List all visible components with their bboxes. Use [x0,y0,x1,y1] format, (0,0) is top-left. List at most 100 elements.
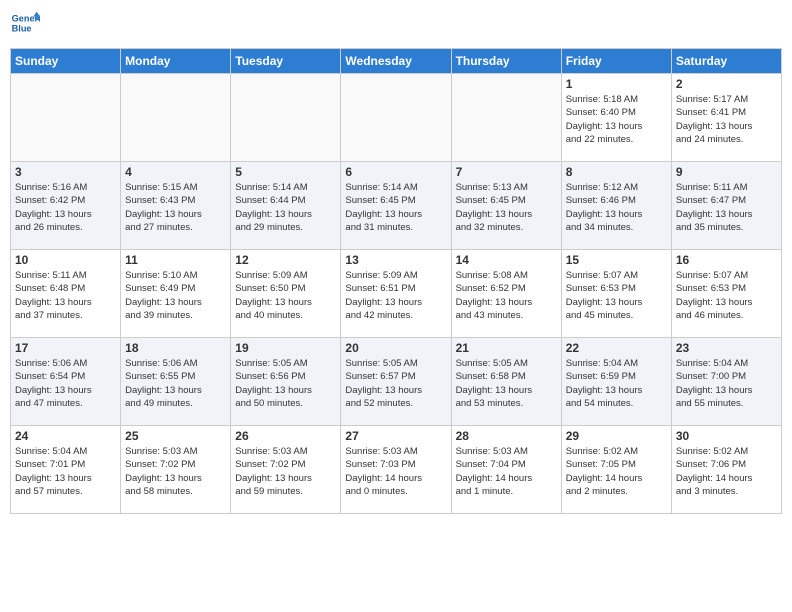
day-info: Sunrise: 5:03 AM Sunset: 7:04 PM Dayligh… [456,445,557,498]
day-info: Sunrise: 5:09 AM Sunset: 6:50 PM Dayligh… [235,269,336,322]
day-info: Sunrise: 5:13 AM Sunset: 6:45 PM Dayligh… [456,181,557,234]
day-number: 13 [345,253,446,267]
calendar-body: 1 Sunrise: 5:18 AM Sunset: 6:40 PM Daylig… [11,74,782,514]
day-number: 27 [345,429,446,443]
calendar-cell [341,74,451,162]
calendar-cell: 10 Sunrise: 5:11 AM Sunset: 6:48 PM Dayli… [11,250,121,338]
calendar-cell: 5 Sunrise: 5:14 AM Sunset: 6:44 PM Daylig… [231,162,341,250]
day-info: Sunrise: 5:12 AM Sunset: 6:46 PM Dayligh… [566,181,667,234]
calendar-cell: 25 Sunrise: 5:03 AM Sunset: 7:02 PM Dayli… [121,426,231,514]
day-info: Sunrise: 5:18 AM Sunset: 6:40 PM Dayligh… [566,93,667,146]
calendar-cell: 7 Sunrise: 5:13 AM Sunset: 6:45 PM Daylig… [451,162,561,250]
weekday-header-sunday: Sunday [11,49,121,74]
day-info: Sunrise: 5:04 AM Sunset: 7:00 PM Dayligh… [676,357,777,410]
calendar-cell: 17Sunrise: 5:06 AM Sunset: 6:54 PM Dayli… [11,338,121,426]
day-number: 23 [676,341,777,355]
day-info: Sunrise: 5:11 AM Sunset: 6:47 PM Dayligh… [676,181,777,234]
day-info: Sunrise: 5:05 AM Sunset: 6:56 PM Dayligh… [235,357,336,410]
calendar-cell: 13 Sunrise: 5:09 AM Sunset: 6:51 PM Dayli… [341,250,451,338]
svg-text:Blue: Blue [12,24,32,34]
calendar-cell [121,74,231,162]
calendar-week-1: 1 Sunrise: 5:18 AM Sunset: 6:40 PM Daylig… [11,74,782,162]
calendar-cell: 28 Sunrise: 5:03 AM Sunset: 7:04 PM Dayli… [451,426,561,514]
calendar-header: SundayMondayTuesdayWednesdayThursdayFrid… [11,49,782,74]
day-info: Sunrise: 5:14 AM Sunset: 6:45 PM Dayligh… [345,181,446,234]
day-info: Sunrise: 5:17 AM Sunset: 6:41 PM Dayligh… [676,93,777,146]
calendar-cell [11,74,121,162]
day-info: Sunrise: 5:04 AM Sunset: 6:59 PM Dayligh… [566,357,667,410]
day-info: Sunrise: 5:10 AM Sunset: 6:49 PM Dayligh… [125,269,226,322]
day-number: 10 [15,253,116,267]
day-number: 12 [235,253,336,267]
day-number: 29 [566,429,667,443]
day-number: 7 [456,165,557,179]
day-number: 3 [15,165,116,179]
day-number: 8 [566,165,667,179]
calendar-cell: 20Sunrise: 5:05 AM Sunset: 6:57 PM Dayli… [341,338,451,426]
day-info: Sunrise: 5:11 AM Sunset: 6:48 PM Dayligh… [15,269,116,322]
day-info: Sunrise: 5:06 AM Sunset: 6:54 PM Dayligh… [15,357,116,410]
day-number: 1 [566,77,667,91]
day-info: Sunrise: 5:06 AM Sunset: 6:55 PM Dayligh… [125,357,226,410]
calendar-cell: 12 Sunrise: 5:09 AM Sunset: 6:50 PM Dayli… [231,250,341,338]
calendar-cell: 4 Sunrise: 5:15 AM Sunset: 6:43 PM Daylig… [121,162,231,250]
day-number: 6 [345,165,446,179]
day-number: 25 [125,429,226,443]
day-info: Sunrise: 5:03 AM Sunset: 7:02 PM Dayligh… [125,445,226,498]
day-number: 21 [456,341,557,355]
weekday-header-monday: Monday [121,49,231,74]
day-number: 9 [676,165,777,179]
day-number: 15 [566,253,667,267]
calendar-cell: 16Sunrise: 5:07 AM Sunset: 6:53 PM Dayli… [671,250,781,338]
day-number: 26 [235,429,336,443]
calendar-cell: 24 Sunrise: 5:04 AM Sunset: 7:01 PM Dayli… [11,426,121,514]
calendar-week-2: 3 Sunrise: 5:16 AM Sunset: 6:42 PM Daylig… [11,162,782,250]
weekday-header-saturday: Saturday [671,49,781,74]
weekday-header-wednesday: Wednesday [341,49,451,74]
day-number: 4 [125,165,226,179]
calendar-cell: 3 Sunrise: 5:16 AM Sunset: 6:42 PM Daylig… [11,162,121,250]
calendar-cell: 15Sunrise: 5:07 AM Sunset: 6:53 PM Dayli… [561,250,671,338]
weekday-header-tuesday: Tuesday [231,49,341,74]
logo-icon: General Blue [10,10,40,40]
day-number: 19 [235,341,336,355]
day-number: 2 [676,77,777,91]
calendar-cell: 9 Sunrise: 5:11 AM Sunset: 6:47 PM Daylig… [671,162,781,250]
day-info: Sunrise: 5:16 AM Sunset: 6:42 PM Dayligh… [15,181,116,234]
calendar-cell: 22Sunrise: 5:04 AM Sunset: 6:59 PM Dayli… [561,338,671,426]
weekday-header-thursday: Thursday [451,49,561,74]
calendar-cell: 29 Sunrise: 5:02 AM Sunset: 7:05 PM Dayli… [561,426,671,514]
calendar-cell: 27 Sunrise: 5:03 AM Sunset: 7:03 PM Dayli… [341,426,451,514]
day-info: Sunrise: 5:04 AM Sunset: 7:01 PM Dayligh… [15,445,116,498]
calendar-cell: 18Sunrise: 5:06 AM Sunset: 6:55 PM Dayli… [121,338,231,426]
calendar-cell: 14Sunrise: 5:08 AM Sunset: 6:52 PM Dayli… [451,250,561,338]
calendar-cell [451,74,561,162]
day-number: 16 [676,253,777,267]
day-info: Sunrise: 5:05 AM Sunset: 6:58 PM Dayligh… [456,357,557,410]
calendar-cell: 21 Sunrise: 5:05 AM Sunset: 6:58 PM Dayli… [451,338,561,426]
calendar-cell: 1 Sunrise: 5:18 AM Sunset: 6:40 PM Daylig… [561,74,671,162]
day-number: 30 [676,429,777,443]
day-info: Sunrise: 5:02 AM Sunset: 7:06 PM Dayligh… [676,445,777,498]
calendar-cell: 23 Sunrise: 5:04 AM Sunset: 7:00 PM Dayli… [671,338,781,426]
weekday-header-friday: Friday [561,49,671,74]
calendar-week-4: 17Sunrise: 5:06 AM Sunset: 6:54 PM Dayli… [11,338,782,426]
day-info: Sunrise: 5:02 AM Sunset: 7:05 PM Dayligh… [566,445,667,498]
calendar-week-5: 24 Sunrise: 5:04 AM Sunset: 7:01 PM Dayli… [11,426,782,514]
day-info: Sunrise: 5:14 AM Sunset: 6:44 PM Dayligh… [235,181,336,234]
day-info: Sunrise: 5:09 AM Sunset: 6:51 PM Dayligh… [345,269,446,322]
day-number: 24 [15,429,116,443]
calendar-cell [231,74,341,162]
day-number: 11 [125,253,226,267]
calendar-cell: 30 Sunrise: 5:02 AM Sunset: 7:06 PM Dayli… [671,426,781,514]
day-info: Sunrise: 5:05 AM Sunset: 6:57 PM Dayligh… [345,357,446,410]
day-info: Sunrise: 5:15 AM Sunset: 6:43 PM Dayligh… [125,181,226,234]
day-number: 5 [235,165,336,179]
day-info: Sunrise: 5:08 AM Sunset: 6:52 PM Dayligh… [456,269,557,322]
calendar-cell: 6 Sunrise: 5:14 AM Sunset: 6:45 PM Daylig… [341,162,451,250]
day-number: 28 [456,429,557,443]
day-info: Sunrise: 5:03 AM Sunset: 7:03 PM Dayligh… [345,445,446,498]
day-info: Sunrise: 5:03 AM Sunset: 7:02 PM Dayligh… [235,445,336,498]
calendar-table: SundayMondayTuesdayWednesdayThursdayFrid… [10,48,782,514]
logo: General Blue [10,10,40,40]
